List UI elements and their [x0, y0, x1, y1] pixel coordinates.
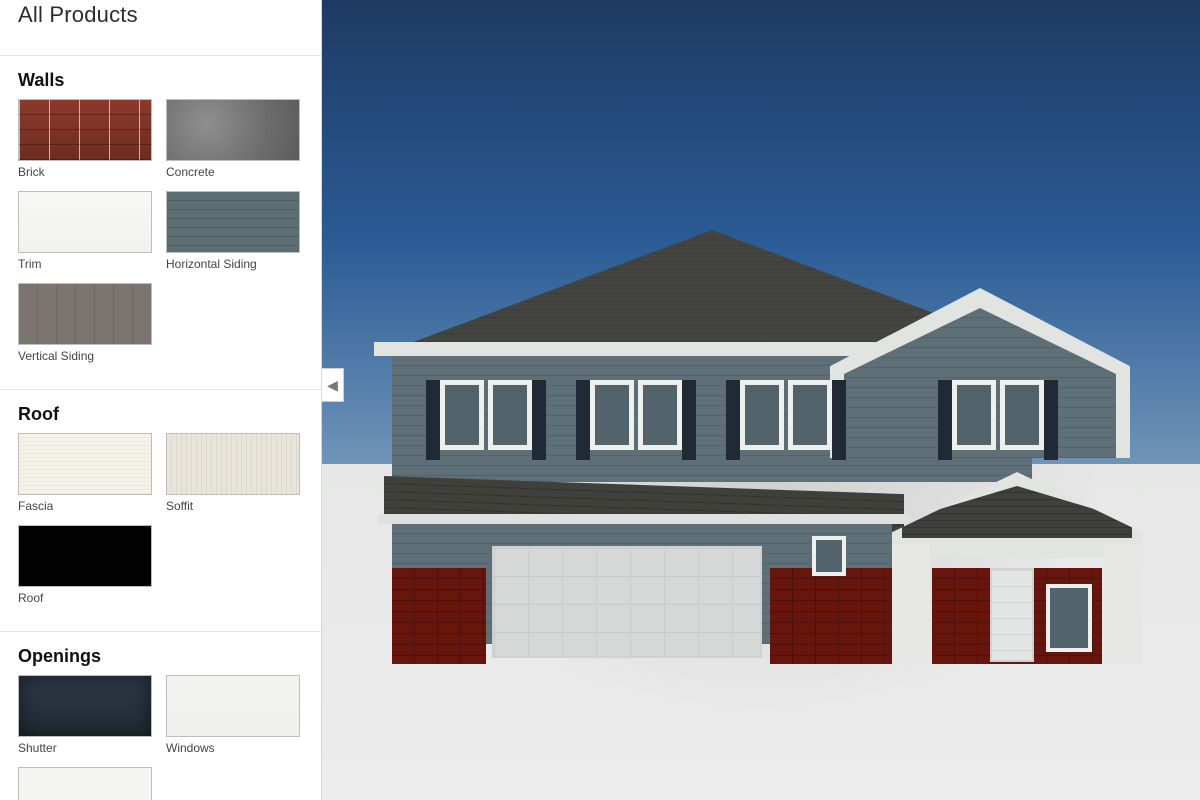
window — [1000, 380, 1044, 450]
section-walls: Walls Brick Concrete Trim Horizontal Siding V… — [0, 56, 321, 390]
brick-right — [770, 568, 892, 664]
section-title: Openings — [18, 646, 303, 667]
swatch-concrete[interactable]: Concrete — [166, 99, 300, 187]
porch-column — [892, 544, 930, 664]
swatch-windows[interactable]: Windows — [166, 675, 300, 763]
swatch-label: Windows — [166, 741, 300, 755]
swatch-label: Brick — [18, 165, 152, 179]
house-model[interactable] — [392, 176, 1152, 606]
product-sidebar: All Products Walls Brick Concrete Trim Horiz… — [0, 0, 322, 800]
porch-column — [1104, 544, 1142, 664]
sidebar-sections: Walls Brick Concrete Trim Horizontal Siding V… — [0, 56, 321, 800]
swatch-thumb — [166, 99, 300, 161]
swatch-thumb — [166, 433, 300, 495]
app-root: All Products Walls Brick Concrete Trim Horiz… — [0, 0, 1200, 800]
shutter — [832, 380, 846, 460]
swatch-label: Vertical Siding — [18, 349, 152, 363]
swatch-vertical-siding[interactable]: Vertical Siding — [18, 283, 152, 371]
shutter — [938, 380, 952, 460]
swatch-item[interactable] — [18, 767, 152, 800]
collapse-sidebar-button[interactable]: ◀ — [322, 368, 344, 402]
swatch-label: Concrete — [166, 165, 300, 179]
swatch-roof[interactable]: Roof — [18, 525, 152, 613]
swatch-thumb — [18, 283, 152, 345]
porch-columns — [892, 544, 1142, 664]
section-roof: Roof Fascia Soffit Roof — [0, 390, 321, 632]
section-openings: Openings Shutter Windows — [0, 632, 321, 800]
garage-window — [812, 536, 846, 576]
shutter — [532, 380, 546, 460]
shutter — [682, 380, 696, 460]
swatch-label: Shutter — [18, 741, 152, 755]
swatch-thumb — [18, 675, 152, 737]
shutter — [726, 380, 740, 460]
swatch-trim[interactable]: Trim — [18, 191, 152, 279]
swatch-thumb — [166, 675, 300, 737]
window — [590, 380, 634, 450]
sidebar-header: All Products — [0, 0, 321, 56]
swatch-brick[interactable]: Brick — [18, 99, 152, 187]
window — [488, 380, 532, 450]
sidebar-title: All Products — [18, 2, 138, 28]
window — [638, 380, 682, 450]
viewport-3d[interactable]: ◀ — [322, 0, 1200, 800]
swatch-grid: Shutter Windows — [18, 675, 303, 800]
swatch-fascia[interactable]: Fascia — [18, 433, 152, 521]
swatch-thumb — [166, 191, 300, 253]
swatch-thumb — [18, 525, 152, 587]
window — [788, 380, 832, 450]
swatch-grid: Brick Concrete Trim Horizontal Siding Vertic… — [18, 99, 303, 371]
swatch-label: Soffit — [166, 499, 300, 513]
brick-left — [392, 568, 486, 664]
swatch-horizontal-siding[interactable]: Horizontal Siding — [166, 191, 300, 279]
shutter — [1044, 380, 1058, 460]
swatch-label: Trim — [18, 257, 152, 271]
garage-door — [492, 546, 762, 658]
window — [440, 380, 484, 450]
swatch-soffit[interactable]: Soffit — [166, 433, 300, 521]
swatch-thumb — [18, 99, 152, 161]
swatch-label: Fascia — [18, 499, 152, 513]
swatch-thumb — [18, 433, 152, 495]
window — [740, 380, 784, 450]
shutter — [426, 380, 440, 460]
section-title: Roof — [18, 404, 303, 425]
swatch-thumb — [18, 191, 152, 253]
shutter — [576, 380, 590, 460]
swatch-label: Horizontal Siding — [166, 257, 300, 271]
section-title: Walls — [18, 70, 303, 91]
swatch-thumb — [18, 767, 152, 800]
swatch-label: Roof — [18, 591, 152, 605]
swatch-grid: Fascia Soffit Roof — [18, 433, 303, 613]
lower-eave — [378, 514, 910, 524]
chevron-left-icon: ◀ — [327, 377, 338, 394]
window — [952, 380, 996, 450]
swatch-shutter[interactable]: Shutter — [18, 675, 152, 763]
